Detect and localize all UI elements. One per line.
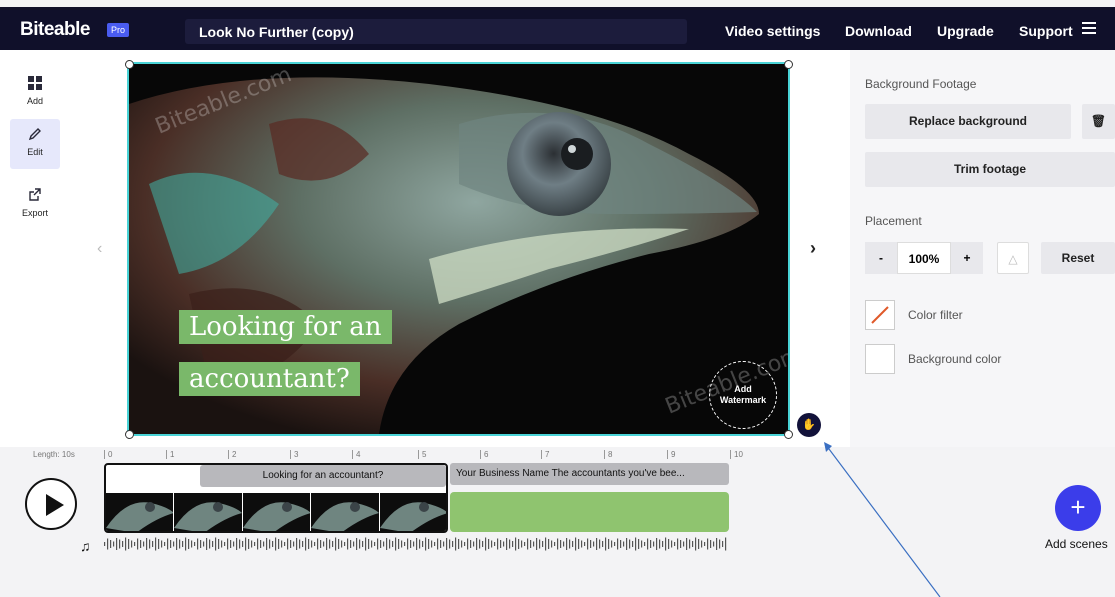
reset-button[interactable]: Reset bbox=[1041, 242, 1115, 274]
left-sidebar: Add Edit Export bbox=[0, 50, 70, 447]
project-title-input[interactable]: Look No Further (copy) bbox=[185, 19, 687, 44]
add-watermark-button[interactable]: Add Watermark bbox=[709, 361, 777, 429]
grid-icon bbox=[10, 76, 60, 93]
export-icon bbox=[10, 188, 60, 205]
caption-line-2[interactable]: accountant? bbox=[179, 362, 360, 396]
pro-badge: Pro bbox=[107, 23, 130, 37]
add-watermark-label: Add Watermark bbox=[719, 384, 767, 405]
placement-heading: Placement bbox=[865, 214, 922, 228]
video-preview[interactable]: Biteable.com Biteable.com Looking for an… bbox=[127, 62, 790, 436]
top-bar: Biteable Pro Look No Further (copy) Vide… bbox=[0, 7, 1115, 50]
sidebar-item-label: Edit bbox=[27, 147, 43, 157]
zoom-stepper: - 100% + bbox=[865, 242, 983, 274]
drag-hand-icon[interactable]: ✋ bbox=[797, 413, 821, 437]
trim-footage-button[interactable]: Trim footage bbox=[865, 152, 1115, 187]
ruler-tick: 8 bbox=[604, 450, 612, 459]
ruler-tick: 4 bbox=[352, 450, 360, 459]
prev-scene-arrow[interactable]: ‹ bbox=[97, 240, 102, 258]
support-link[interactable]: Support bbox=[1019, 23, 1073, 39]
audio-waveform[interactable] bbox=[104, 537, 730, 551]
resize-handle-top-left[interactable] bbox=[125, 60, 134, 69]
flip-icon[interactable]: △ bbox=[997, 242, 1029, 274]
caption-line-1[interactable]: Looking for an bbox=[179, 310, 392, 344]
video-settings-link[interactable]: Video settings bbox=[725, 23, 820, 39]
zoom-minus-button[interactable]: - bbox=[865, 242, 897, 274]
zoom-value-input[interactable]: 100% bbox=[897, 242, 951, 274]
ruler-tick: 6 bbox=[480, 450, 488, 459]
download-link[interactable]: Download bbox=[845, 23, 912, 39]
resize-handle-bottom-left[interactable] bbox=[125, 430, 134, 439]
scene-2-block bbox=[450, 492, 729, 532]
add-scenes-button[interactable]: + bbox=[1055, 485, 1101, 531]
biteable-logo[interactable]: Biteable bbox=[20, 19, 90, 41]
color-filter-swatch[interactable] bbox=[865, 300, 895, 330]
replace-background-button[interactable]: Replace background bbox=[865, 104, 1071, 139]
resize-handle-top-right[interactable] bbox=[784, 60, 793, 69]
scene-2-title: Your Business Name The accountants you'v… bbox=[450, 463, 729, 485]
ruler-tick: 3 bbox=[290, 450, 298, 459]
ruler-tick: 5 bbox=[418, 450, 426, 459]
ruler-tick: 2 bbox=[228, 450, 236, 459]
play-button[interactable] bbox=[25, 478, 77, 530]
scene-1-title: Looking for an accountant? bbox=[200, 465, 446, 487]
ruler-tick: 7 bbox=[541, 450, 549, 459]
menu-icon[interactable] bbox=[1082, 19, 1096, 37]
add-scenes-label: Add scenes bbox=[1045, 537, 1108, 551]
zoom-plus-button[interactable]: + bbox=[951, 242, 983, 274]
background-footage-heading: Background Footage bbox=[865, 77, 977, 91]
scene-clip-2[interactable]: Your Business Name The accountants you'v… bbox=[448, 463, 729, 533]
sidebar-item-edit[interactable]: Edit bbox=[10, 119, 60, 169]
length-label: Length: 10s bbox=[33, 450, 75, 459]
ruler-tick: 10 bbox=[730, 450, 743, 459]
scene-clip-1[interactable]: Looking for an accountant? bbox=[104, 463, 448, 533]
scene-1-thumbnails bbox=[106, 493, 446, 531]
pencil-icon bbox=[10, 127, 60, 144]
music-note-icon[interactable]: ♫ bbox=[80, 538, 91, 554]
upgrade-link[interactable]: Upgrade bbox=[937, 23, 994, 39]
ruler-tick: 1 bbox=[166, 450, 174, 459]
sidebar-item-add[interactable]: Add bbox=[10, 68, 60, 118]
resize-handle-bottom-right[interactable] bbox=[784, 430, 793, 439]
trash-icon[interactable]: 🗑 bbox=[1082, 104, 1115, 139]
next-scene-arrow[interactable]: › bbox=[810, 238, 816, 259]
ruler-tick: 9 bbox=[667, 450, 675, 459]
ruler-tick: 0 bbox=[104, 450, 112, 459]
sidebar-item-label: Export bbox=[21, 208, 48, 218]
background-color-label: Background color bbox=[908, 352, 1002, 366]
color-filter-label: Color filter bbox=[908, 308, 963, 322]
sidebar-item-label: Add bbox=[26, 96, 43, 106]
sidebar-item-export[interactable]: Export bbox=[10, 180, 60, 230]
background-color-swatch[interactable] bbox=[865, 344, 895, 374]
